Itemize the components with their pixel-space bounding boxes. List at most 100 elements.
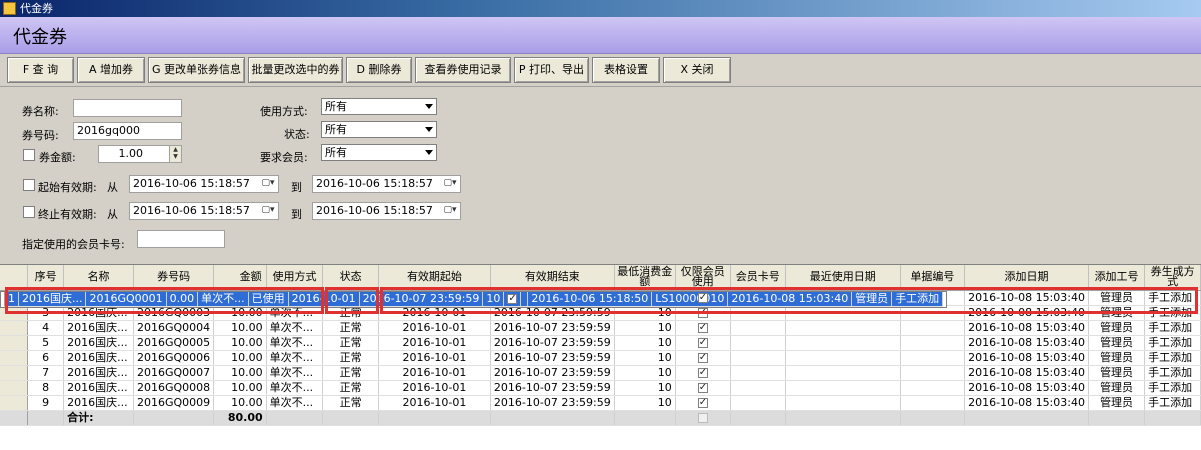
end-from-label: 从 — [107, 208, 118, 221]
table-cell: 2016GQ0009 — [133, 395, 215, 411]
table-cell — [785, 335, 901, 351]
col-header[interactable]: 有效期结束 — [490, 265, 615, 291]
table-cell: 2016-10-08 15:03:40 — [964, 305, 1089, 321]
member-only-checkbox[interactable] — [507, 292, 518, 306]
member-card-input[interactable] — [137, 230, 225, 248]
col-header[interactable]: 使用方式 — [266, 265, 324, 291]
table-cell: 单次不... — [266, 350, 324, 366]
col-header[interactable]: 金额 — [213, 265, 267, 291]
col-header[interactable]: 有效期起始 — [378, 265, 491, 291]
row-indicator[interactable] — [0, 305, 29, 321]
coupon-table: 序号 名称 券号码 金额 使用方式 状态 有效期起始 有效期结束 最低消费金额 … — [0, 264, 1201, 450]
start-from-datetime[interactable]: 2016-10-06 15:18:57 — [129, 175, 279, 193]
col-header[interactable]: 单据编号 — [900, 265, 966, 291]
col-header[interactable]: 添加日期 — [964, 265, 1089, 291]
col-header[interactable]: 添加工号 — [1088, 265, 1146, 291]
table-cell: 6 — [27, 350, 65, 366]
amount-spinner[interactable]: ▲ ▼ — [169, 146, 181, 162]
table-row[interactable]: 3 2016国庆... 2016GQ0003 10.00 单次不... 正常 2016-10… — [0, 305, 1201, 321]
col-header[interactable]: 状态 — [322, 265, 379, 291]
table-row[interactable]: 4 2016国庆... 2016GQ0004 10.00 单次不... 正常 2016-10… — [0, 320, 1201, 336]
table-row[interactable]: 5 2016国庆... 2016GQ0005 10.00 单次不... 正常 2016-10… — [0, 335, 1201, 351]
usage-select[interactable]: 所有 — [321, 98, 437, 115]
member-only-cell — [675, 320, 731, 336]
batch-edit-button[interactable]: 批量更改选中的券 — [248, 57, 343, 83]
print-export-button[interactable]: P 打印、导出 — [514, 57, 589, 83]
member-only-checkbox[interactable] — [697, 306, 708, 320]
status-select[interactable]: 所有 — [321, 121, 437, 138]
table-cell: 手工添加 — [1144, 380, 1201, 396]
end-valid-checkbox[interactable] — [23, 206, 35, 218]
col-header[interactable]: 仅限会员使用 — [675, 265, 731, 291]
row-indicator[interactable] — [0, 320, 29, 336]
row-indicator[interactable] — [0, 335, 29, 351]
table-cell: 10 — [614, 380, 676, 396]
calendar-dropdown-icon[interactable]: ▢▾ — [258, 203, 278, 219]
table-cell — [785, 320, 901, 336]
member-required-select-value: 所有 — [325, 146, 347, 159]
table-cell: 3 — [27, 305, 65, 321]
table-row[interactable]: 6 2016国庆... 2016GQ0006 10.00 单次不... 正常 2016-10… — [0, 350, 1201, 366]
member-card-label: 指定使用的会员卡号: — [22, 238, 125, 251]
col-header[interactable]: 会员卡号 — [730, 265, 786, 291]
amount-checkbox[interactable] — [23, 149, 35, 161]
query-button[interactable]: F 查 询 — [7, 57, 74, 83]
col-header[interactable]: 名称 — [63, 265, 134, 291]
calendar-dropdown-icon[interactable]: ▢▾ — [440, 176, 460, 192]
member-only-checkbox[interactable] — [697, 396, 708, 410]
table-row[interactable]: 9 2016国庆... 2016GQ0009 10.00 单次不... 正常 2016-10… — [0, 395, 1201, 411]
member-only-checkbox[interactable] — [697, 321, 708, 335]
table-cell: 2016-10-07 23:59:59 — [490, 320, 615, 336]
col-header[interactable]: 最近使用日期 — [785, 265, 901, 291]
table-row[interactable]: 1 2016国庆... 2016GQ0001 0.00 单次不... 已使用 2016-10… — [0, 290, 948, 308]
close-button[interactable]: X 关闭 — [663, 57, 731, 83]
table-row[interactable]: 7 2016国庆... 2016GQ0007 10.00 单次不... 正常 2016-10… — [0, 365, 1201, 381]
add-coupon-button[interactable]: A 增加券 — [77, 57, 145, 83]
table-header-row: 序号 名称 券号码 金额 使用方式 状态 有效期起始 有效期结束 最低消费金额 … — [0, 265, 1201, 291]
member-required-select[interactable]: 所有 — [321, 144, 437, 161]
col-header[interactable]: 券生成方式 — [1144, 265, 1201, 291]
coupon-code-label: 券号码: — [22, 129, 59, 142]
calendar-dropdown-icon[interactable]: ▢▾ — [258, 176, 278, 192]
end-to-datetime[interactable]: 2016-10-06 15:18:57 — [312, 202, 461, 220]
row-indicator[interactable] — [0, 350, 29, 366]
spin-down-icon[interactable]: ▼ — [170, 153, 181, 160]
col-header[interactable]: 券号码 — [133, 265, 215, 291]
table-cell: 10 — [614, 305, 676, 321]
member-only-checkbox[interactable] — [697, 366, 708, 380]
member-only-checkbox[interactable] — [697, 351, 708, 365]
end-from-datetime[interactable]: 2016-10-06 15:18:57 — [129, 202, 279, 220]
table-cell: 正常 — [322, 350, 379, 366]
table-cell: 2016-10-01 — [378, 395, 491, 411]
edit-coupon-button[interactable]: G 更改单张券信息 — [148, 57, 245, 83]
table-cell: 7 — [27, 365, 65, 381]
table-cell: 0.00 — [166, 291, 199, 307]
window-titlebar: 代金券 — [0, 0, 1201, 17]
table-cell: 手工添加 — [1144, 305, 1201, 321]
table-cell: 2016-10-01 — [378, 350, 491, 366]
table-row[interactable]: 8 2016国庆... 2016GQ0008 10.00 单次不... 正常 2016-10… — [0, 380, 1201, 396]
member-only-checkbox[interactable] — [697, 336, 708, 350]
table-cell: 2016-10-08 15:03:40 — [727, 291, 853, 307]
row-indicator[interactable] — [0, 395, 29, 411]
spin-up-icon[interactable]: ▲ — [170, 146, 181, 153]
calendar-dropdown-icon[interactable]: ▢▾ — [440, 203, 460, 219]
row-indicator[interactable] — [0, 380, 29, 396]
col-header[interactable]: 序号 — [27, 265, 65, 291]
coupon-code-input[interactable]: 2016gq000 — [73, 122, 182, 140]
table-cell: 2016-10-08 15:03:40 — [964, 290, 1089, 306]
table-cell: 2016-10-07 23:59:59 — [490, 365, 615, 381]
table-cell — [900, 320, 966, 336]
col-header[interactable]: 最低消费金额 — [614, 265, 676, 291]
table-cell: 10 — [614, 335, 676, 351]
member-only-checkbox[interactable] — [697, 291, 708, 305]
table-settings-button[interactable]: 表格设置 — [592, 57, 660, 83]
coupon-name-input[interactable] — [73, 99, 182, 117]
window-title: 代金券 — [20, 2, 53, 15]
member-only-checkbox[interactable] — [697, 381, 708, 395]
start-valid-checkbox[interactable] — [23, 179, 35, 191]
delete-coupon-button[interactable]: D 删除券 — [346, 57, 412, 83]
row-indicator[interactable] — [0, 365, 29, 381]
start-to-datetime[interactable]: 2016-10-06 15:18:57 — [312, 175, 461, 193]
view-usage-records-button[interactable]: 查看券使用记录 — [415, 57, 511, 83]
